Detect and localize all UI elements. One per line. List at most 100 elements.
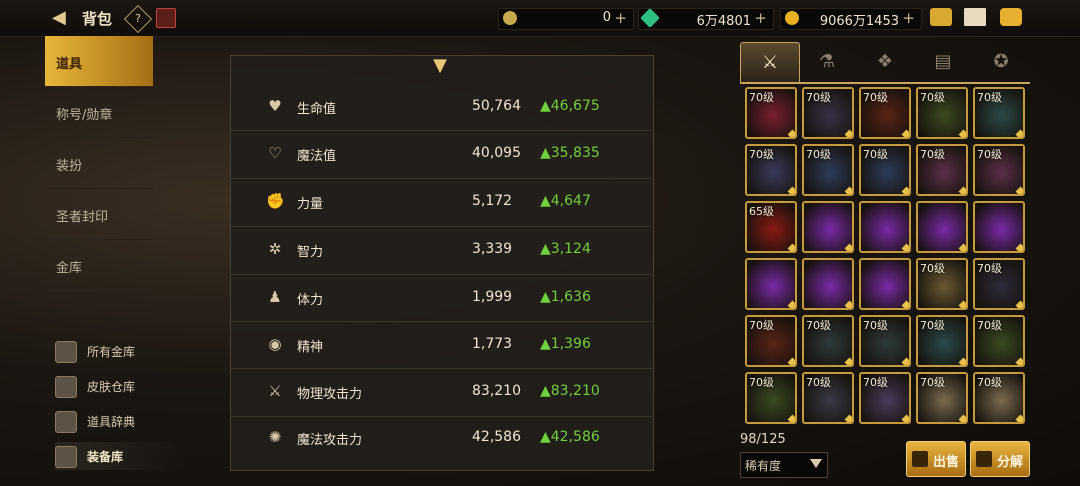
stat-delta: ▲1,636 [540,289,591,305]
inventory-slot[interactable]: 70级 [745,315,797,367]
link-all-vaults[interactable]: 所有金库 [55,337,185,365]
item-level: 70级 [977,319,1002,332]
sidebar-item-items[interactable]: 道具 [45,36,153,87]
stat-value: 50,764 [472,98,521,114]
inventory-slot[interactable]: 70级 [859,372,911,424]
sidebar-item-vault[interactable]: 金库 [45,240,153,291]
inventory-slot[interactable]: 70级 [802,87,854,139]
stat-value: 42,586 [472,429,521,445]
sidebar-item-seal[interactable]: 圣者封印 [45,189,153,240]
skin-icon [55,376,77,398]
sell-label: 出售 [933,455,960,470]
help-button[interactable]: ? [123,4,153,34]
material-icon[interactable]: ❖ [856,42,914,82]
cards-icon[interactable]: ▤ [914,42,972,82]
potion-icon[interactable]: ⚗ [798,42,856,82]
divider [230,226,652,227]
chat-icon[interactable] [1000,8,1022,26]
stat-delta: ▲46,675 [540,98,600,114]
stat-delta: ▲42,586 [540,429,600,445]
stat-row: ♥ 生命值 50,764 ▲46,675 [230,85,652,131]
inventory-slot[interactable] [802,201,854,253]
sidebar-item-label: 圣者封印 [56,210,109,225]
stat-value: 40,095 [472,145,521,161]
stat-name: 生命值 [297,102,337,117]
inventory-slot[interactable] [859,201,911,253]
inventory-slot[interactable] [973,201,1025,253]
inventory-count: 98/125 [740,432,786,447]
sort-select[interactable]: 稀有度 [740,452,828,478]
inventory-slot[interactable]: 70级 [916,144,968,196]
inventory-slot[interactable]: 70级 [916,258,968,310]
item-level: 70级 [920,319,945,332]
armor-icon [55,446,77,468]
link-equipment-library[interactable]: 装备库 [55,442,185,470]
currency-gem: 6万4801 + [638,8,774,30]
sidebar-item-avatar[interactable]: 装扮 [45,138,153,189]
link-skin-storage[interactable]: 皮肤仓库 [55,372,185,400]
add-currency-button[interactable]: + [754,9,767,27]
item-icon [804,260,852,308]
inventory-slot[interactable]: 70级 [802,144,854,196]
link-label: 皮肤仓库 [87,380,136,394]
inventory-slot[interactable]: 70级 [745,144,797,196]
inventory-slot[interactable]: 70级 [916,372,968,424]
inventory-slot[interactable]: 70级 [916,315,968,367]
inventory-slot[interactable]: 65级 [745,201,797,253]
inventory-slot[interactable]: 70级 [973,315,1025,367]
page-title: 背包 [82,10,113,28]
stat-delta: ▲3,124 [540,241,591,257]
cart-icon[interactable] [930,8,952,26]
gold-coin-icon [785,11,799,25]
equipment-icon[interactable]: ⚔ [740,42,800,84]
link-item-dictionary[interactable]: 道具辞典 [55,407,185,435]
inventory-slot[interactable]: 70级 [745,87,797,139]
heart-outline-icon: ♡ [268,144,282,162]
stat-delta: ▲4,647 [540,193,591,209]
stat-value: 1,999 [472,289,513,305]
divider [230,274,652,275]
inventory-slot[interactable]: 70级 [973,258,1025,310]
star-burst-icon: ✲ [268,240,282,258]
inventory-slot[interactable]: 70级 [859,87,911,139]
inventory-slot[interactable]: 70级 [802,372,854,424]
item-level: 70级 [977,262,1002,275]
inventory-slot[interactable] [916,201,968,253]
add-currency-button[interactable]: + [614,9,627,27]
back-arrow-icon[interactable]: ◀ [52,8,72,28]
inventory-slot[interactable]: 70级 [859,315,911,367]
gift-box-icon[interactable] [156,8,176,28]
divider [230,321,652,322]
heart-icon: ♥ [268,97,282,115]
sell-button[interactable]: 出售 [906,441,966,477]
inventory-slot[interactable] [859,258,911,310]
currency-value: 0 [602,10,611,25]
inventory-slot[interactable]: 70级 [802,315,854,367]
inventory-slot[interactable]: 70级 [745,372,797,424]
item-level: 70级 [863,91,888,104]
inventory-slot[interactable]: 70级 [916,87,968,139]
sidebar-item-titles[interactable]: 称号/勋章 [45,87,153,138]
currency-value: 9066万1453 [819,14,899,29]
sort-select-value: 稀有度 [745,459,782,473]
item-level: 70级 [977,376,1002,389]
inventory-slot[interactable]: 70级 [859,144,911,196]
inventory-slot[interactable]: 70级 [973,144,1025,196]
inventory-slot[interactable]: 70级 [973,372,1025,424]
stat-row: ♡ 魔法值 40,095 ▲35,835 [230,132,652,178]
chevron-down-icon[interactable]: ▼ [428,57,452,75]
divider [230,368,652,369]
add-currency-button[interactable]: + [902,9,915,27]
decompose-button[interactable]: 分解 [970,441,1030,477]
item-level: 70级 [920,376,945,389]
mail-icon[interactable] [964,8,986,26]
inventory-slot[interactable] [802,258,854,310]
stat-name: 智力 [297,245,324,260]
inventory-slot[interactable]: 70级 [973,87,1025,139]
body-icon: ♟ [268,288,282,306]
item-level: 70级 [806,319,831,332]
stat-value: 3,339 [472,241,513,257]
pentagram-icon[interactable]: ✪ [972,42,1030,82]
inventory-slot[interactable] [745,258,797,310]
item-level: 70级 [920,262,945,275]
